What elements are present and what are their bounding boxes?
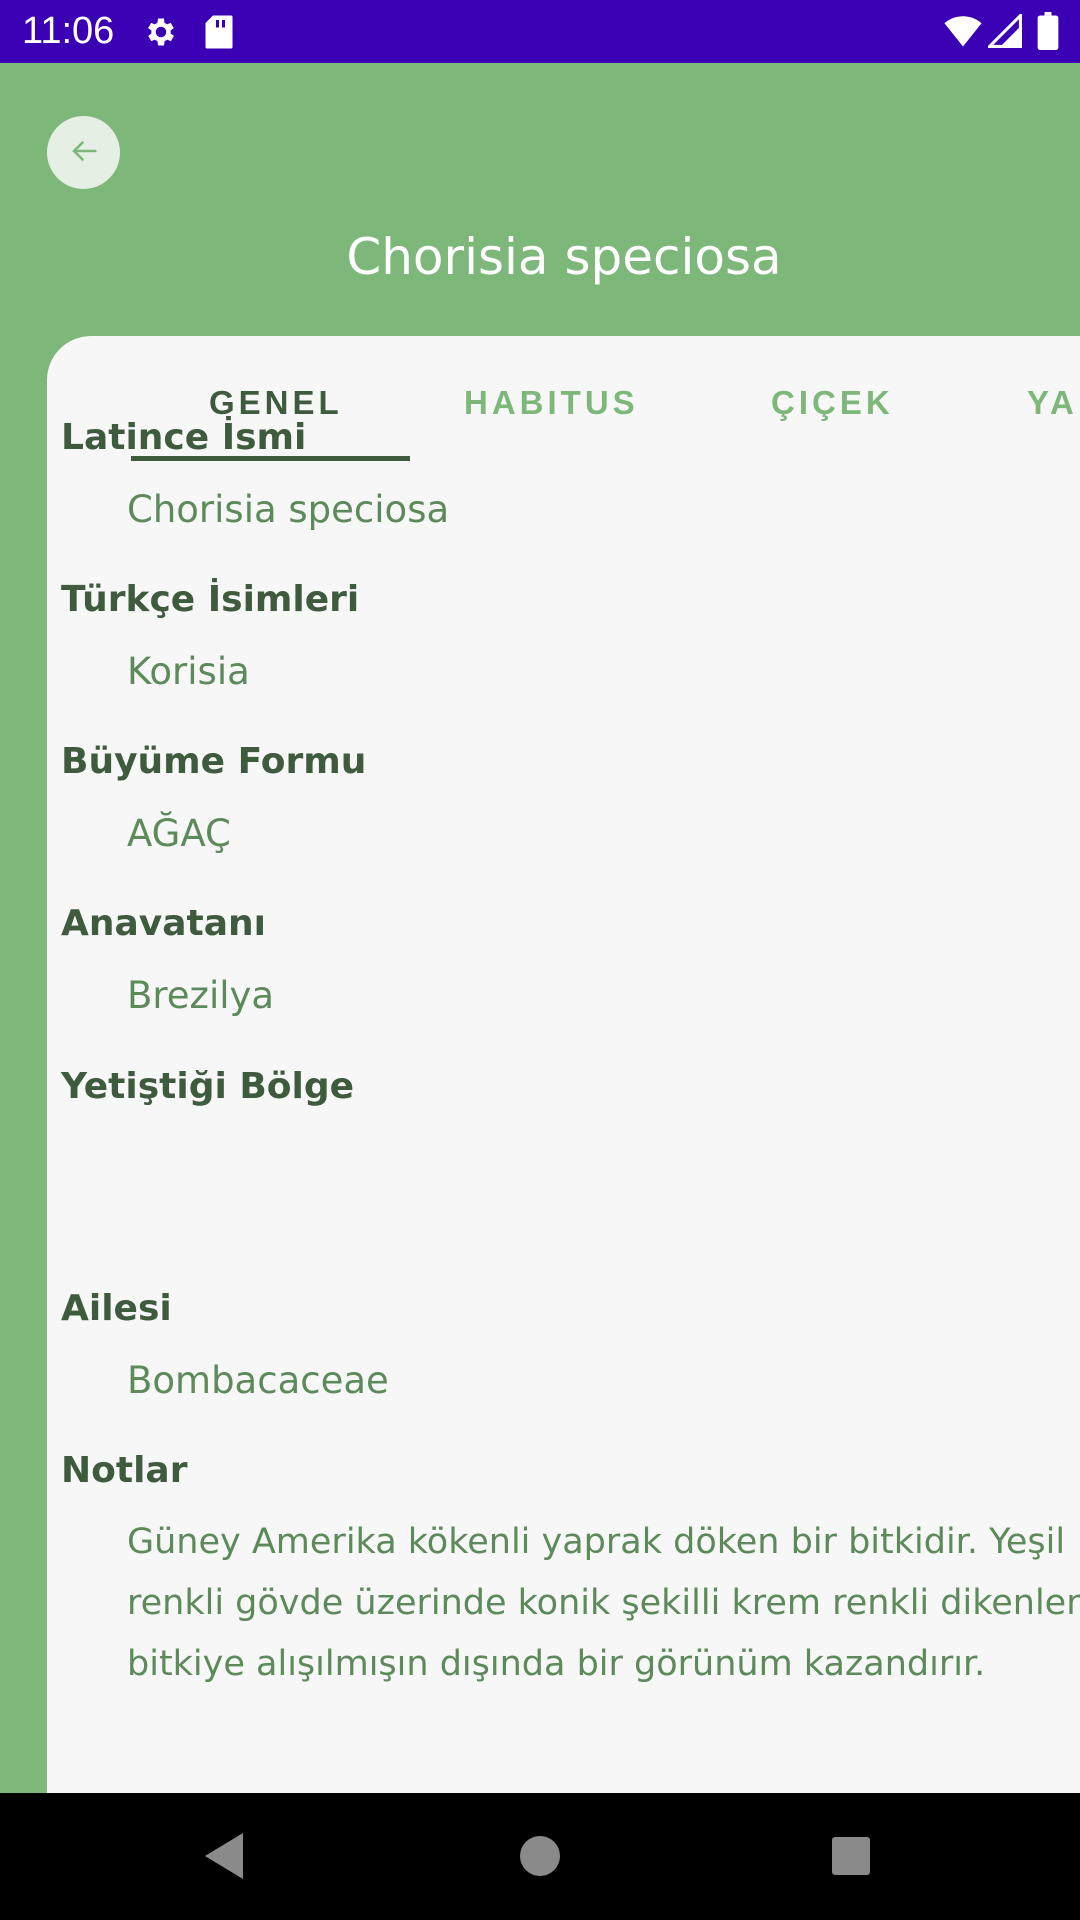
battery-icon bbox=[1037, 12, 1059, 54]
field-label-homeland: Anavatanı bbox=[61, 903, 267, 944]
field-value-homeland: Brezilya bbox=[127, 974, 275, 1017]
field-label-growing-region: Yetiştiği Bölge bbox=[61, 1066, 355, 1107]
gear-icon bbox=[143, 14, 179, 54]
field-label-family: Ailesi bbox=[61, 1288, 172, 1329]
field-value-latin-name: Chorisia speciosa bbox=[127, 488, 450, 531]
tab-yaprak[interactable]: YA bbox=[1027, 384, 1078, 422]
signal-icon bbox=[985, 11, 1022, 52]
nav-home-icon[interactable] bbox=[520, 1836, 560, 1876]
nav-recents-icon[interactable] bbox=[832, 1837, 870, 1875]
arrow-left-icon bbox=[67, 134, 101, 172]
field-label-growth-form: Büyüme Formu bbox=[61, 741, 367, 782]
wifi-icon bbox=[944, 14, 982, 52]
field-label-notes: Notlar bbox=[61, 1450, 188, 1491]
detail-card: GENEL HABITUS ÇIÇEK YA Latince İsmi Chor… bbox=[47, 336, 1080, 1796]
field-label-turkish-names: Türkçe İsimleri bbox=[61, 579, 360, 620]
navigation-bar bbox=[0, 1793, 1080, 1920]
field-value-family: Bombacaceae bbox=[127, 1359, 389, 1402]
status-bar: 11:06 bbox=[0, 0, 1080, 63]
tab-habitus[interactable]: HABITUS bbox=[464, 384, 639, 422]
sd-card-icon bbox=[204, 14, 234, 54]
back-button[interactable] bbox=[47, 116, 120, 189]
page-title: Chorisia speciosa bbox=[346, 228, 782, 286]
field-value-growth-form: AĞAÇ bbox=[127, 812, 231, 855]
status-time: 11:06 bbox=[22, 10, 115, 52]
nav-back-icon[interactable] bbox=[205, 1833, 243, 1879]
tab-cicek[interactable]: ÇIÇEK bbox=[771, 384, 894, 422]
field-value-turkish-names: Korisia bbox=[127, 650, 250, 693]
field-value-notes: Güney Amerika kökenli yaprak döken bir b… bbox=[127, 1522, 1080, 1684]
field-label-latin-name: Latince İsmi bbox=[61, 417, 307, 458]
